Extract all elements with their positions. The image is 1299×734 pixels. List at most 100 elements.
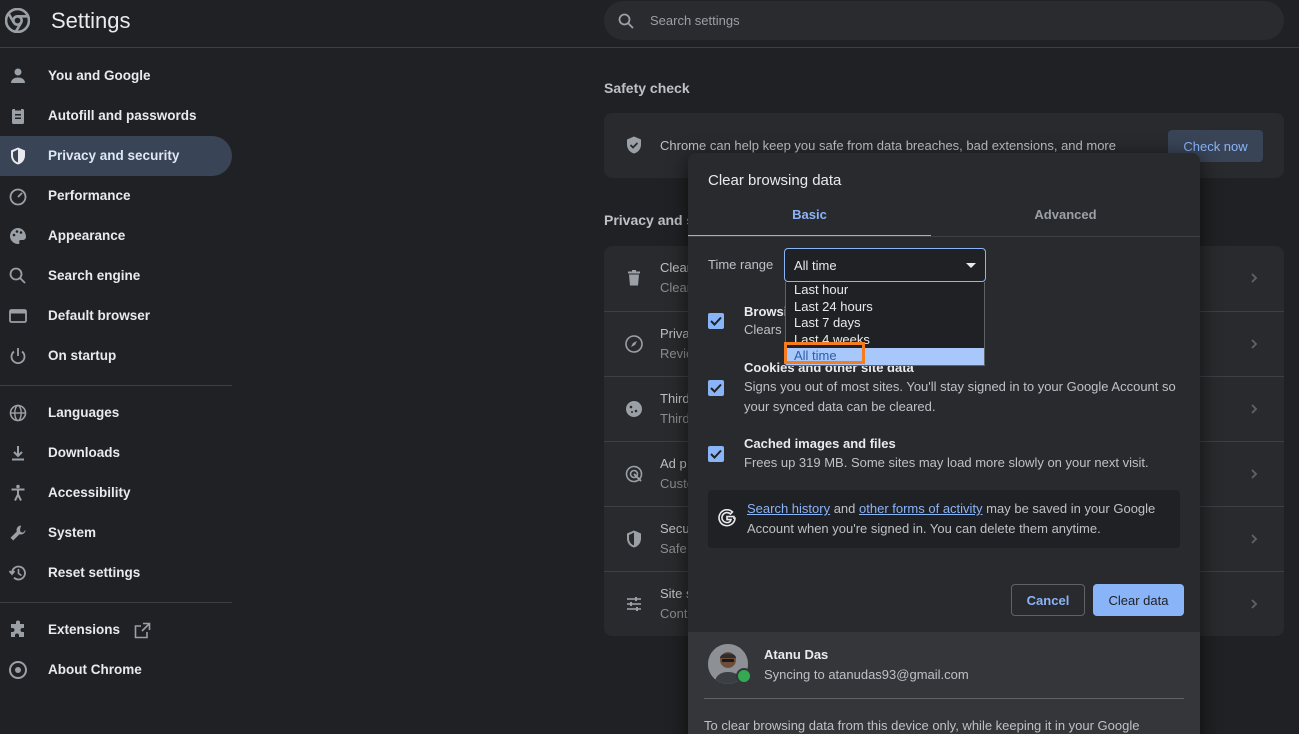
shield-icon xyxy=(11,147,25,165)
ad-privacy-icon xyxy=(625,465,643,483)
sidebar-item-performance[interactable]: Performance xyxy=(0,176,232,216)
account-name: Atanu Das xyxy=(764,647,829,662)
chevron-right-icon xyxy=(1251,273,1258,283)
sidebar-item-about-chrome[interactable]: About Chrome xyxy=(0,650,232,690)
row-title: Priva xyxy=(660,326,690,341)
notice-text: Search history and other forms of activi… xyxy=(747,501,1156,536)
time-range-select[interactable]: All time xyxy=(784,248,986,282)
checkmark-icon xyxy=(710,449,722,459)
trash-icon xyxy=(628,270,640,286)
sync-icon xyxy=(736,668,752,684)
sidebar-item-default-browser[interactable]: Default browser xyxy=(0,296,232,336)
search-box[interactable] xyxy=(604,1,1284,40)
checkmark-icon xyxy=(710,383,722,393)
sidebar-item-system[interactable]: System xyxy=(0,513,232,553)
option-last-24-hours[interactable]: Last 24 hours xyxy=(786,299,984,316)
row-title: Clear xyxy=(660,260,690,275)
tab-advanced[interactable]: Advanced xyxy=(944,201,1187,237)
sidebar-item-label: Privacy and security xyxy=(48,148,180,163)
sidebar-divider xyxy=(0,385,232,386)
chrome-logo-icon xyxy=(5,8,30,33)
footer-divider xyxy=(704,698,1184,699)
sidebar-item-languages[interactable]: Languages xyxy=(0,393,232,433)
sidebar-item-appearance[interactable]: Appearance xyxy=(0,216,232,256)
safety-check-heading: Safety check xyxy=(604,80,690,96)
item-desc: Signs you out of most sites. You'll stay… xyxy=(744,379,1176,414)
row-desc: Revie xyxy=(660,346,690,361)
dialog-footer: Atanu Das Syncing to atanudas93@gmail.co… xyxy=(688,632,1200,734)
search-input[interactable] xyxy=(650,1,1250,40)
page-title: Settings xyxy=(51,8,131,33)
person-icon xyxy=(11,68,25,83)
sidebar-item-search-engine[interactable]: Search engine xyxy=(0,256,232,296)
row-title: Ad p xyxy=(660,456,687,471)
sidebar-item-label: Languages xyxy=(48,405,120,420)
footer-note: To clear browsing data from this device … xyxy=(704,718,1140,733)
item-title: Cached images and files xyxy=(744,436,896,451)
checkmark-icon xyxy=(710,316,722,326)
account-sync-status: Syncing to atanudas93@gmail.com xyxy=(764,667,969,682)
sidebar-item-you-and-google[interactable]: You and Google xyxy=(0,56,232,96)
tab-basic[interactable]: Basic xyxy=(688,201,931,237)
compass-icon xyxy=(625,335,643,353)
clear-data-button[interactable]: Clear data xyxy=(1093,584,1184,616)
row-desc: Third xyxy=(660,411,690,426)
history-icon xyxy=(8,565,26,581)
sidebar-item-label: Reset settings xyxy=(48,565,141,580)
checkbox-cached-images[interactable] xyxy=(708,446,724,462)
top-bar: Settings xyxy=(0,0,1299,48)
sliders-icon xyxy=(627,597,641,611)
sidebar-divider xyxy=(0,602,232,603)
checkbox-browsing-history[interactable] xyxy=(708,313,724,329)
shield-icon xyxy=(627,530,641,548)
sidebar: You and Google Autofill and passwords Pr… xyxy=(0,48,240,734)
chrome-icon xyxy=(9,661,27,679)
row-title: Third xyxy=(660,391,690,406)
row-desc: Clear xyxy=(660,280,690,295)
sidebar-item-label: Accessibility xyxy=(48,485,131,500)
row-desc: Safe xyxy=(660,541,687,556)
sidebar-item-label: Autofill and passwords xyxy=(48,108,197,123)
sidebar-item-extensions[interactable]: Extensions xyxy=(0,610,232,650)
sidebar-item-downloads[interactable]: Downloads xyxy=(0,433,232,473)
option-last-7-days[interactable]: Last 7 days xyxy=(786,315,984,332)
search-history-link[interactable]: Search history xyxy=(747,501,830,516)
dropdown-arrow-icon xyxy=(966,263,976,268)
sidebar-item-label: Appearance xyxy=(48,228,126,243)
tab-divider xyxy=(688,236,1200,237)
sidebar-item-accessibility[interactable]: Accessibility xyxy=(0,473,232,513)
sidebar-item-autofill[interactable]: Autofill and passwords xyxy=(0,96,232,136)
cancel-button[interactable]: Cancel xyxy=(1011,584,1085,616)
sidebar-item-label: Downloads xyxy=(48,445,121,460)
power-icon xyxy=(10,348,26,365)
row-desc: Custo xyxy=(660,476,690,491)
chevron-right-icon xyxy=(1251,534,1258,544)
external-link-icon xyxy=(134,622,151,639)
gauge-icon xyxy=(9,188,27,206)
clipboard-icon xyxy=(12,107,24,124)
globe-icon xyxy=(9,404,27,422)
row-title: Secu xyxy=(660,521,690,536)
sidebar-item-reset-settings[interactable]: Reset settings xyxy=(0,553,232,593)
sidebar-item-privacy[interactable]: Privacy and security xyxy=(0,136,232,176)
download-icon xyxy=(12,446,24,461)
chevron-right-icon xyxy=(1251,599,1258,609)
sidebar-item-label: About Chrome xyxy=(48,662,142,677)
dialog-title: Clear browsing data xyxy=(708,172,842,189)
sidebar-item-label: You and Google xyxy=(48,68,151,83)
row-desc: Cont xyxy=(660,606,688,621)
sidebar-item-label: Search engine xyxy=(48,268,141,283)
sidebar-item-label: System xyxy=(48,525,97,540)
other-activity-link[interactable]: other forms of activity xyxy=(859,501,983,516)
chevron-right-icon xyxy=(1251,404,1258,414)
sidebar-item-on-startup[interactable]: On startup xyxy=(0,336,232,376)
clear-browsing-data-dialog: Clear browsing data Basic Advanced Time … xyxy=(688,153,1200,734)
checkbox-cookies[interactable] xyxy=(708,380,724,396)
google-account-notice: Search history and other forms of activi… xyxy=(708,490,1180,548)
browser-icon xyxy=(9,309,27,323)
chevron-right-icon xyxy=(1251,339,1258,349)
search-icon xyxy=(9,267,26,284)
cookie-icon xyxy=(626,401,642,417)
option-last-hour[interactable]: Last hour xyxy=(786,282,984,299)
row-title: Site s xyxy=(660,586,690,601)
